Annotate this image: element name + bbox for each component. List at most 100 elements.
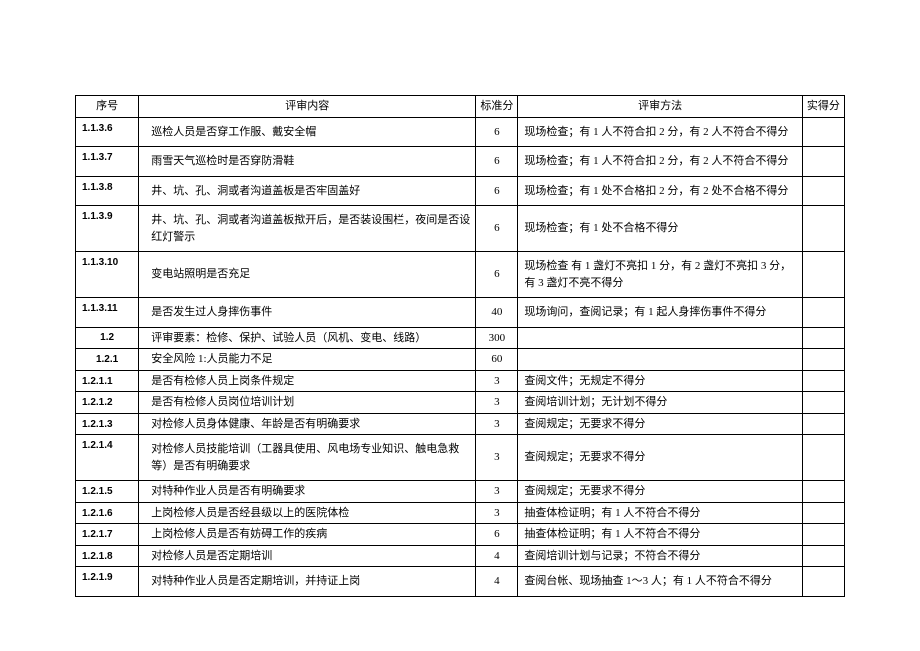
row-score: 6 <box>476 206 518 252</box>
row-num: 1.2.1.6 <box>76 502 139 524</box>
table-row: 1.2.1.9对特种作业人员是否定期培训，并持证上岗4查阅台帐、现场抽查 1～3… <box>76 567 845 597</box>
row-score: 6 <box>476 252 518 298</box>
row-num: 1.2.1.1 <box>76 370 139 392</box>
row-content: 安全风险 1:人员能力不足 <box>139 349 476 371</box>
row-actual <box>802 206 844 252</box>
row-num: 1.1.3.9 <box>76 206 139 252</box>
table-row: 1.2.1.7上岗检修人员是否有妨碍工作的疾病6抽查体检证明；有 1 人不符合不… <box>76 524 845 546</box>
row-method: 查阅规定；无要求不得分 <box>518 435 802 481</box>
table-row: 1.1.3.8井、坑、孔、洞或者沟道盖板是否牢固盖好6现场检查；有 1 处不合格… <box>76 176 845 206</box>
header-row: 序号 评审内容 标准分 评审方法 实得分 <box>76 96 845 118</box>
table-row: 1.2.1.3对检修人员身体健康、年龄是否有明确要求3查阅规定；无要求不得分 <box>76 413 845 435</box>
row-num: 1.2.1.4 <box>76 435 139 481</box>
row-num: 1.1.3.10 <box>76 252 139 298</box>
row-actual <box>802 147 844 177</box>
row-content: 是否发生过人身摔伤事件 <box>139 298 476 328</box>
row-score: 4 <box>476 545 518 567</box>
row-method <box>518 327 802 349</box>
table-row: 1.2.1安全风险 1:人员能力不足60 <box>76 349 845 371</box>
row-method: 查阅培训计划；无计划不得分 <box>518 392 802 414</box>
row-content: 对检修人员身体健康、年龄是否有明确要求 <box>139 413 476 435</box>
row-num: 1.2.1.3 <box>76 413 139 435</box>
row-score: 6 <box>476 147 518 177</box>
row-method: 查阅培训计划与记录；不符合不得分 <box>518 545 802 567</box>
row-content: 井、坑、孔、洞或者沟道盖板揿开后，是否装设围栏，夜间是否设红灯警示 <box>139 206 476 252</box>
row-content: 是否有检修人员上岗条件规定 <box>139 370 476 392</box>
row-actual <box>802 524 844 546</box>
row-score: 6 <box>476 117 518 147</box>
row-score: 4 <box>476 567 518 597</box>
row-method: 现场检查；有 1 处不合格扣 2 分，有 2 处不合格不得分 <box>518 176 802 206</box>
row-actual <box>802 117 844 147</box>
row-content: 对检修人员是否定期培训 <box>139 545 476 567</box>
row-content: 雨雪天气巡检时是否穿防滑鞋 <box>139 147 476 177</box>
row-num: 1.2.1.2 <box>76 392 139 414</box>
row-score: 6 <box>476 524 518 546</box>
header-method: 评审方法 <box>518 96 802 118</box>
row-actual <box>802 392 844 414</box>
row-score: 3 <box>476 392 518 414</box>
row-method: 现场检查；有 1 人不符合扣 2 分，有 2 人不符合不得分 <box>518 117 802 147</box>
row-score: 60 <box>476 349 518 371</box>
row-num: 1.1.3.11 <box>76 298 139 328</box>
row-content: 变电站照明是否充足 <box>139 252 476 298</box>
row-num: 1.1.3.7 <box>76 147 139 177</box>
row-method: 现场检查；有 1 人不符合扣 2 分，有 2 人不符合不得分 <box>518 147 802 177</box>
row-content: 是否有检修人员岗位培训计划 <box>139 392 476 414</box>
row-actual <box>802 481 844 503</box>
row-score: 3 <box>476 481 518 503</box>
row-content: 巡检人员是否穿工作服、戴安全帽 <box>139 117 476 147</box>
row-num: 1.2.1 <box>76 349 139 371</box>
header-actual: 实得分 <box>802 96 844 118</box>
row-content: 上岗检修人员是否有妨碍工作的疾病 <box>139 524 476 546</box>
row-method: 查阅规定；无要求不得分 <box>518 481 802 503</box>
table-row: 1.1.3.11是否发生过人身摔伤事件40现场询问，查阅记录；有 1 起人身摔伤… <box>76 298 845 328</box>
row-method: 查阅文件；无规定不得分 <box>518 370 802 392</box>
row-content: 对特种作业人员是否有明确要求 <box>139 481 476 503</box>
row-actual <box>802 502 844 524</box>
row-method: 抽查体检证明；有 1 人不符合不得分 <box>518 502 802 524</box>
row-score: 6 <box>476 176 518 206</box>
row-num: 1.1.3.6 <box>76 117 139 147</box>
row-actual <box>802 370 844 392</box>
row-method <box>518 349 802 371</box>
row-method: 现场检查；有 1 处不合格不得分 <box>518 206 802 252</box>
table-row: 1.2.1.1是否有检修人员上岗条件规定3查阅文件；无规定不得分 <box>76 370 845 392</box>
row-score: 40 <box>476 298 518 328</box>
row-method: 抽查体检证明；有 1 人不符合不得分 <box>518 524 802 546</box>
row-num: 1.2.1.5 <box>76 481 139 503</box>
table-row: 1.2.1.6上岗检修人员是否经县级以上的医院体检3抽查体检证明；有 1 人不符… <box>76 502 845 524</box>
row-method: 现场检查 有 1 盏灯不亮扣 1 分，有 2 盏灯不亮扣 3 分，有 3 盏灯不… <box>518 252 802 298</box>
header-num: 序号 <box>76 96 139 118</box>
row-content: 对检修人员技能培训（工器具使用、风电场专业知识、触电急救等）是否有明确要求 <box>139 435 476 481</box>
row-actual <box>802 298 844 328</box>
row-actual <box>802 435 844 481</box>
row-score: 3 <box>476 413 518 435</box>
row-score: 3 <box>476 502 518 524</box>
table-row: 1.2评审要素：检修、保护、试验人员（风机、变电、线路）300 <box>76 327 845 349</box>
row-content: 上岗检修人员是否经县级以上的医院体检 <box>139 502 476 524</box>
table-row: 1.1.3.10变电站照明是否充足6现场检查 有 1 盏灯不亮扣 1 分，有 2… <box>76 252 845 298</box>
row-content: 井、坑、孔、洞或者沟道盖板是否牢固盖好 <box>139 176 476 206</box>
row-actual <box>802 567 844 597</box>
row-score: 3 <box>476 435 518 481</box>
table-row: 1.1.3.7雨雪天气巡检时是否穿防滑鞋6现场检查；有 1 人不符合扣 2 分，… <box>76 147 845 177</box>
row-num: 1.2 <box>76 327 139 349</box>
row-method: 现场询问，查阅记录；有 1 起人身摔伤事件不得分 <box>518 298 802 328</box>
row-actual <box>802 252 844 298</box>
row-score: 3 <box>476 370 518 392</box>
row-actual <box>802 176 844 206</box>
row-num: 1.2.1.8 <box>76 545 139 567</box>
header-score: 标准分 <box>476 96 518 118</box>
row-num: 1.1.3.8 <box>76 176 139 206</box>
row-content: 评审要素：检修、保护、试验人员（风机、变电、线路） <box>139 327 476 349</box>
row-actual <box>802 413 844 435</box>
table-row: 1.2.1.2是否有检修人员岗位培训计划3查阅培训计划；无计划不得分 <box>76 392 845 414</box>
table-row: 1.1.3.6巡检人员是否穿工作服、戴安全帽6现场检查；有 1 人不符合扣 2 … <box>76 117 845 147</box>
assessment-table: 序号 评审内容 标准分 评审方法 实得分 1.1.3.6巡检人员是否穿工作服、戴… <box>75 95 845 597</box>
row-actual <box>802 327 844 349</box>
row-num: 1.2.1.9 <box>76 567 139 597</box>
row-actual <box>802 349 844 371</box>
row-content: 对特种作业人员是否定期培训，并持证上岗 <box>139 567 476 597</box>
table-row: 1.2.1.5对特种作业人员是否有明确要求3查阅规定；无要求不得分 <box>76 481 845 503</box>
